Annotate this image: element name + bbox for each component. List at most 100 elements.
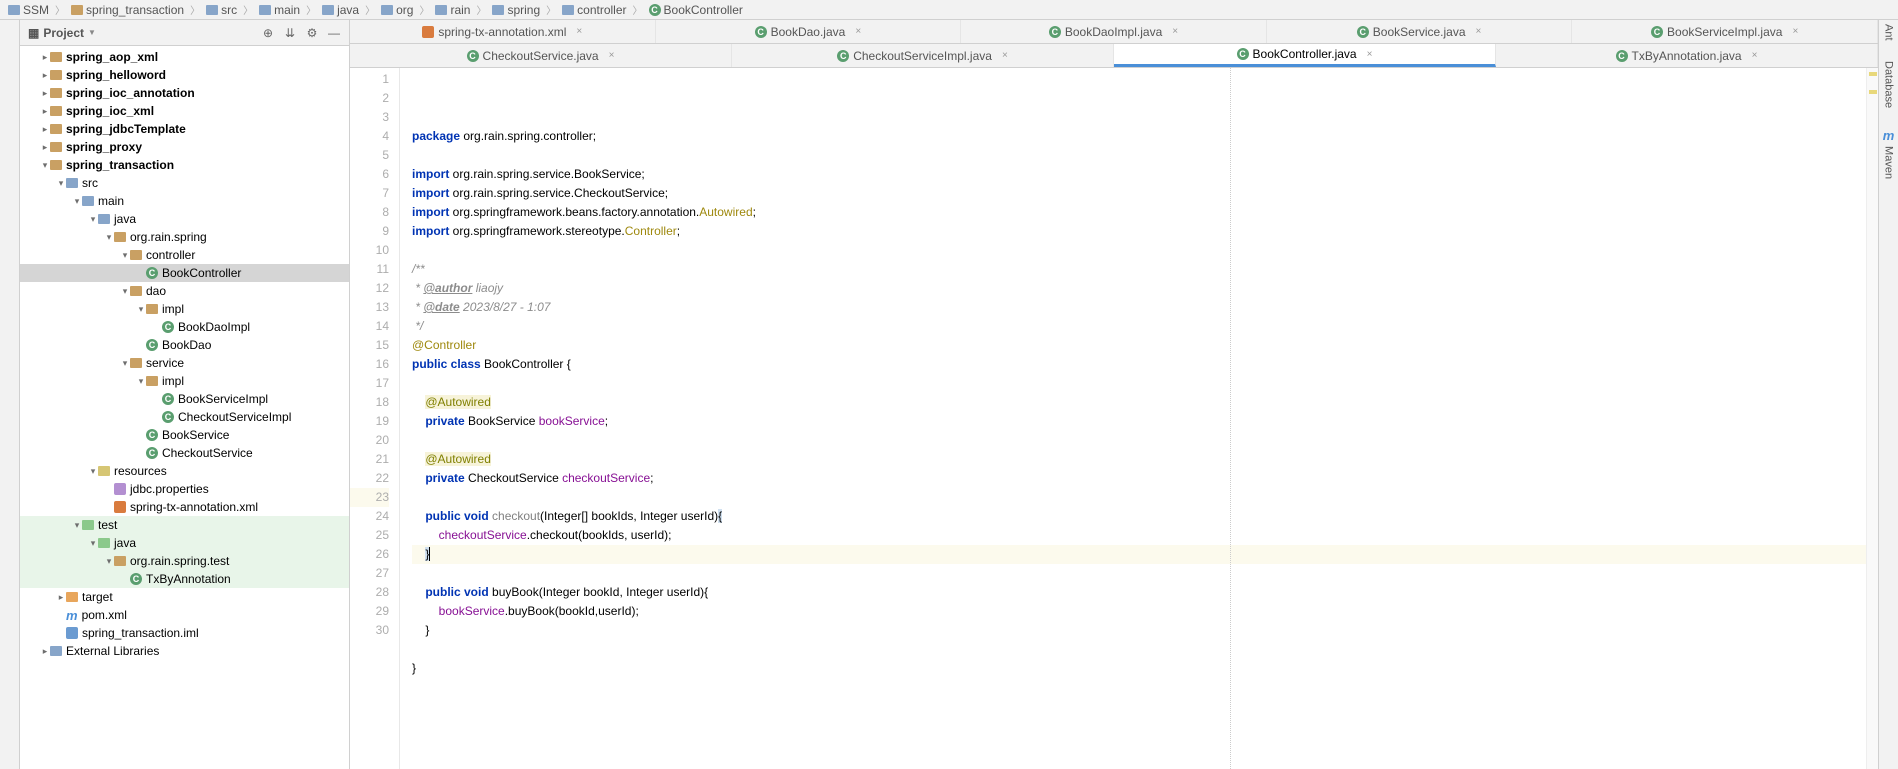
breadcrumb-item[interactable]: spring [488,3,544,17]
breadcrumb-item[interactable]: CBookController [645,3,747,17]
tree-arrow-icon[interactable]: ▾ [88,538,98,549]
tree-item[interactable]: ▸CBookController [20,264,349,282]
tree-item[interactable]: ▾resources [20,462,349,480]
tree-arrow-icon[interactable]: ▾ [88,214,98,225]
tree-item[interactable]: ▸spring_jdbcTemplate [20,120,349,138]
tree-arrow-icon[interactable]: ▸ [40,52,50,63]
tree-arrow-icon[interactable]: ▾ [136,304,146,315]
close-icon[interactable]: × [609,50,615,61]
line-number[interactable]: 24 [350,507,389,526]
line-number[interactable]: 11 [350,260,389,279]
tree-item[interactable]: ▾impl [20,372,349,390]
tree-item[interactable]: ▸CBookDaoImpl [20,318,349,336]
code-line[interactable]: } [412,545,1866,564]
marker-warning[interactable] [1869,90,1877,94]
tree-item[interactable]: ▾java [20,534,349,552]
code-line[interactable]: * @author liaojy [412,279,1866,298]
tree-arrow-icon[interactable]: ▾ [120,250,130,261]
close-icon[interactable]: × [855,26,861,37]
close-icon[interactable]: × [1752,50,1758,61]
tree-item[interactable]: ▸CBookService [20,426,349,444]
line-number[interactable]: 27 [350,564,389,583]
editor-tab[interactable]: spring-tx-annotation.xml× [350,20,656,43]
error-stripe[interactable] [1866,68,1878,769]
tree-item[interactable]: ▸spring_helloword [20,66,349,84]
line-number[interactable]: 7 [350,184,389,203]
tree-item[interactable]: ▸External Libraries [20,642,349,660]
tree-item[interactable]: ▾main [20,192,349,210]
breadcrumb-item[interactable]: controller [558,3,630,17]
editor-tab[interactable]: CBookService.java× [1267,20,1573,43]
code-line[interactable]: } [412,659,1866,678]
breadcrumb-item[interactable]: rain [431,3,474,17]
code-line[interactable]: import org.rain.spring.service.BookServi… [412,165,1866,184]
line-number[interactable]: 6 [350,165,389,184]
code-line[interactable] [412,678,1866,697]
tree-item[interactable]: ▸jdbc.properties [20,480,349,498]
close-icon[interactable]: × [576,26,582,37]
code-line[interactable]: import org.springframework.stereotype.Co… [412,222,1866,241]
line-number[interactable]: 2 [350,89,389,108]
code-line[interactable]: } [412,621,1866,640]
tree-item[interactable]: ▾service [20,354,349,372]
editor-tab[interactable]: CBookDaoImpl.java× [961,20,1267,43]
code-line[interactable] [412,241,1866,260]
close-icon[interactable]: × [1002,50,1008,61]
code-line[interactable]: package org.rain.spring.controller; [412,127,1866,146]
tree-arrow-icon[interactable]: ▾ [104,556,114,567]
tree-item[interactable]: ▾spring_transaction [20,156,349,174]
tree-arrow-icon[interactable]: ▾ [40,160,50,171]
chevron-down-icon[interactable]: ▼ [88,28,96,37]
code-line[interactable]: public void buyBook(Integer bookId, Inte… [412,583,1866,602]
breadcrumb-item[interactable]: org [377,3,417,17]
code-line[interactable]: import org.springframework.beans.factory… [412,203,1866,222]
tree-arrow-icon[interactable]: ▾ [56,178,66,189]
tree-arrow-icon[interactable]: ▾ [72,520,82,531]
line-number[interactable]: 29 [350,602,389,621]
tool-window-button[interactable]: Database [1883,61,1895,108]
line-number[interactable]: 14 [350,317,389,336]
code-editor[interactable]: package org.rain.spring.controller; impo… [400,68,1866,769]
line-number[interactable]: 28 [350,583,389,602]
marker-warning[interactable] [1869,72,1877,76]
tree-arrow-icon[interactable]: ▸ [40,106,50,117]
code-line[interactable] [412,488,1866,507]
line-number[interactable]: 30 [350,621,389,640]
tree-arrow-icon[interactable]: ▸ [40,646,50,657]
line-number[interactable]: 5 [350,146,389,165]
editor-tab[interactable]: CBookDao.java× [656,20,962,43]
line-number[interactable]: 17 [350,374,389,393]
code-line[interactable]: /** [412,260,1866,279]
hide-icon[interactable]: — [327,26,341,40]
line-number[interactable]: 13 [350,298,389,317]
line-number[interactable]: 25 [350,526,389,545]
line-number[interactable]: 23 [350,488,389,507]
close-icon[interactable]: × [1367,49,1373,60]
tree-arrow-icon[interactable]: ▾ [120,358,130,369]
tree-item[interactable]: ▸CCheckoutService [20,444,349,462]
tree-arrow-icon[interactable]: ▸ [40,142,50,153]
tree-item[interactable]: ▸CBookDao [20,336,349,354]
code-line[interactable]: import org.rain.spring.service.CheckoutS… [412,184,1866,203]
tree-arrow-icon[interactable]: ▸ [40,124,50,135]
code-line[interactable]: @Autowired [412,450,1866,469]
settings-icon[interactable]: ⚙ [305,26,319,40]
tree-item[interactable]: ▾test [20,516,349,534]
code-line[interactable]: * @date 2023/8/27 - 1:07 [412,298,1866,317]
tree-arrow-icon[interactable]: ▾ [72,196,82,207]
tool-window-button[interactable]: Ant [1883,24,1895,41]
line-number[interactable]: 16 [350,355,389,374]
code-line[interactable]: bookService.buyBook(bookId,userId); [412,602,1866,621]
close-icon[interactable]: × [1476,26,1482,37]
tree-item[interactable]: ▾src [20,174,349,192]
tree-item[interactable]: ▸CTxByAnnotation [20,570,349,588]
breadcrumb-item[interactable]: src [202,3,241,17]
code-line[interactable]: checkoutService.checkout(bookIds, userId… [412,526,1866,545]
tree-item[interactable]: ▾dao [20,282,349,300]
tree-arrow-icon[interactable]: ▾ [104,232,114,243]
tree-arrow-icon[interactable]: ▾ [136,376,146,387]
line-number[interactable]: 12 [350,279,389,298]
editor-tab[interactable]: CBookController.java× [1114,44,1496,67]
editor-tab[interactable]: CTxByAnnotation.java× [1496,44,1878,67]
tree-item[interactable]: ▸spring-tx-annotation.xml [20,498,349,516]
